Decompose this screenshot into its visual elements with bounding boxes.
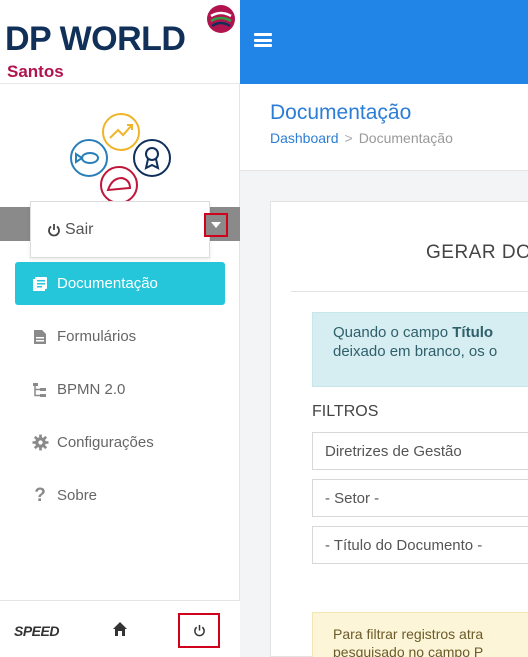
info-text-bold: Título — [452, 324, 494, 341]
power-icon — [48, 224, 60, 237]
speed-logo[interactable]: SPEED — [14, 623, 59, 639]
warning-alert: Para filtrar registros atra pesquisado no… — [312, 612, 528, 657]
sidebar: DP WORLD Santos Sair Documentação Formul… — [0, 0, 240, 657]
menu-toggle-icon[interactable] — [254, 33, 272, 47]
topbar — [240, 0, 528, 84]
sidebar-item-formularios[interactable]: Formulários — [15, 315, 225, 358]
home-icon[interactable] — [112, 621, 128, 637]
user-dropdown-toggle[interactable] — [204, 213, 228, 237]
sidebar-item-documentacao[interactable]: Documentação — [15, 262, 225, 305]
info-text-prefix: Quando o campo — [333, 324, 453, 341]
warning-text-line2: pesquisado no campo P — [333, 644, 484, 657]
sidebar-footer: SPEED — [0, 600, 240, 657]
generate-docs-card: GERAR DOC Quando o campo Título deixado e… — [270, 201, 528, 657]
question-icon: ? — [34, 484, 46, 506]
sitemap-icon — [31, 381, 49, 399]
sector-select[interactable]: - Setor - — [312, 479, 528, 517]
breadcrumb-dashboard[interactable]: Dashboard — [270, 130, 339, 146]
sidebar-nav: Documentação Formulários BPMN 2.0 Config… — [15, 262, 225, 527]
sidebar-item-label: Documentação — [57, 275, 158, 292]
breadcrumb-current: Documentação — [358, 130, 453, 146]
sidebar-item-bpmn[interactable]: BPMN 2.0 — [15, 368, 225, 411]
power-icon — [193, 624, 205, 637]
sidebar-item-configuracoes[interactable]: Configurações — [15, 421, 225, 464]
filters-label: FILTROS — [312, 403, 379, 420]
page-header: Documentação Dashboard > Documentação — [240, 84, 528, 171]
gear-icon — [31, 434, 49, 452]
logout-label: Sair — [65, 221, 94, 238]
logo-text: DP WORLD — [5, 20, 186, 58]
sidebar-item-label: BPMN 2.0 — [57, 381, 126, 398]
sidebar-item-label: Sobre — [57, 487, 98, 504]
warning-text: Para filtrar registros atra pesquisado no… — [333, 625, 483, 657]
warning-text-line1: Para filtrar registros atra — [333, 626, 484, 642]
card-title: GERAR DOC — [426, 242, 528, 263]
file-icon — [31, 328, 49, 346]
page-title: Documentação — [270, 101, 412, 124]
divider — [291, 291, 528, 292]
info-alert: Quando o campo Título deixado em branco, … — [312, 312, 528, 387]
logo[interactable]: DP WORLD Santos — [0, 0, 240, 84]
sidebar-item-label: Formulários — [57, 328, 137, 345]
brand-illustration — [70, 113, 171, 204]
chevron-right-icon: > — [344, 130, 353, 146]
logout-button[interactable] — [178, 613, 220, 648]
sidebar-item-label: Configurações — [57, 434, 154, 451]
logo-subtitle: Santos — [7, 62, 64, 81]
logo-emblem-icon — [207, 5, 235, 33]
document-title-select[interactable]: - Título do Documento - — [312, 526, 528, 564]
logout-menu-item[interactable]: Sair — [47, 221, 93, 239]
info-text: Quando o campo Título deixado em branco, … — [333, 323, 497, 361]
management-directives-select[interactable]: Diretrizes de Gestão — [312, 432, 528, 470]
document-list-icon — [31, 275, 49, 293]
breadcrumb: Dashboard > Documentação — [270, 130, 453, 146]
sidebar-item-sobre[interactable]: ? Sobre — [15, 474, 225, 517]
user-dropdown-menu: Sair — [30, 201, 210, 258]
info-text-line2: deixado em branco, os o — [333, 343, 498, 360]
caret-down-icon — [211, 222, 221, 228]
